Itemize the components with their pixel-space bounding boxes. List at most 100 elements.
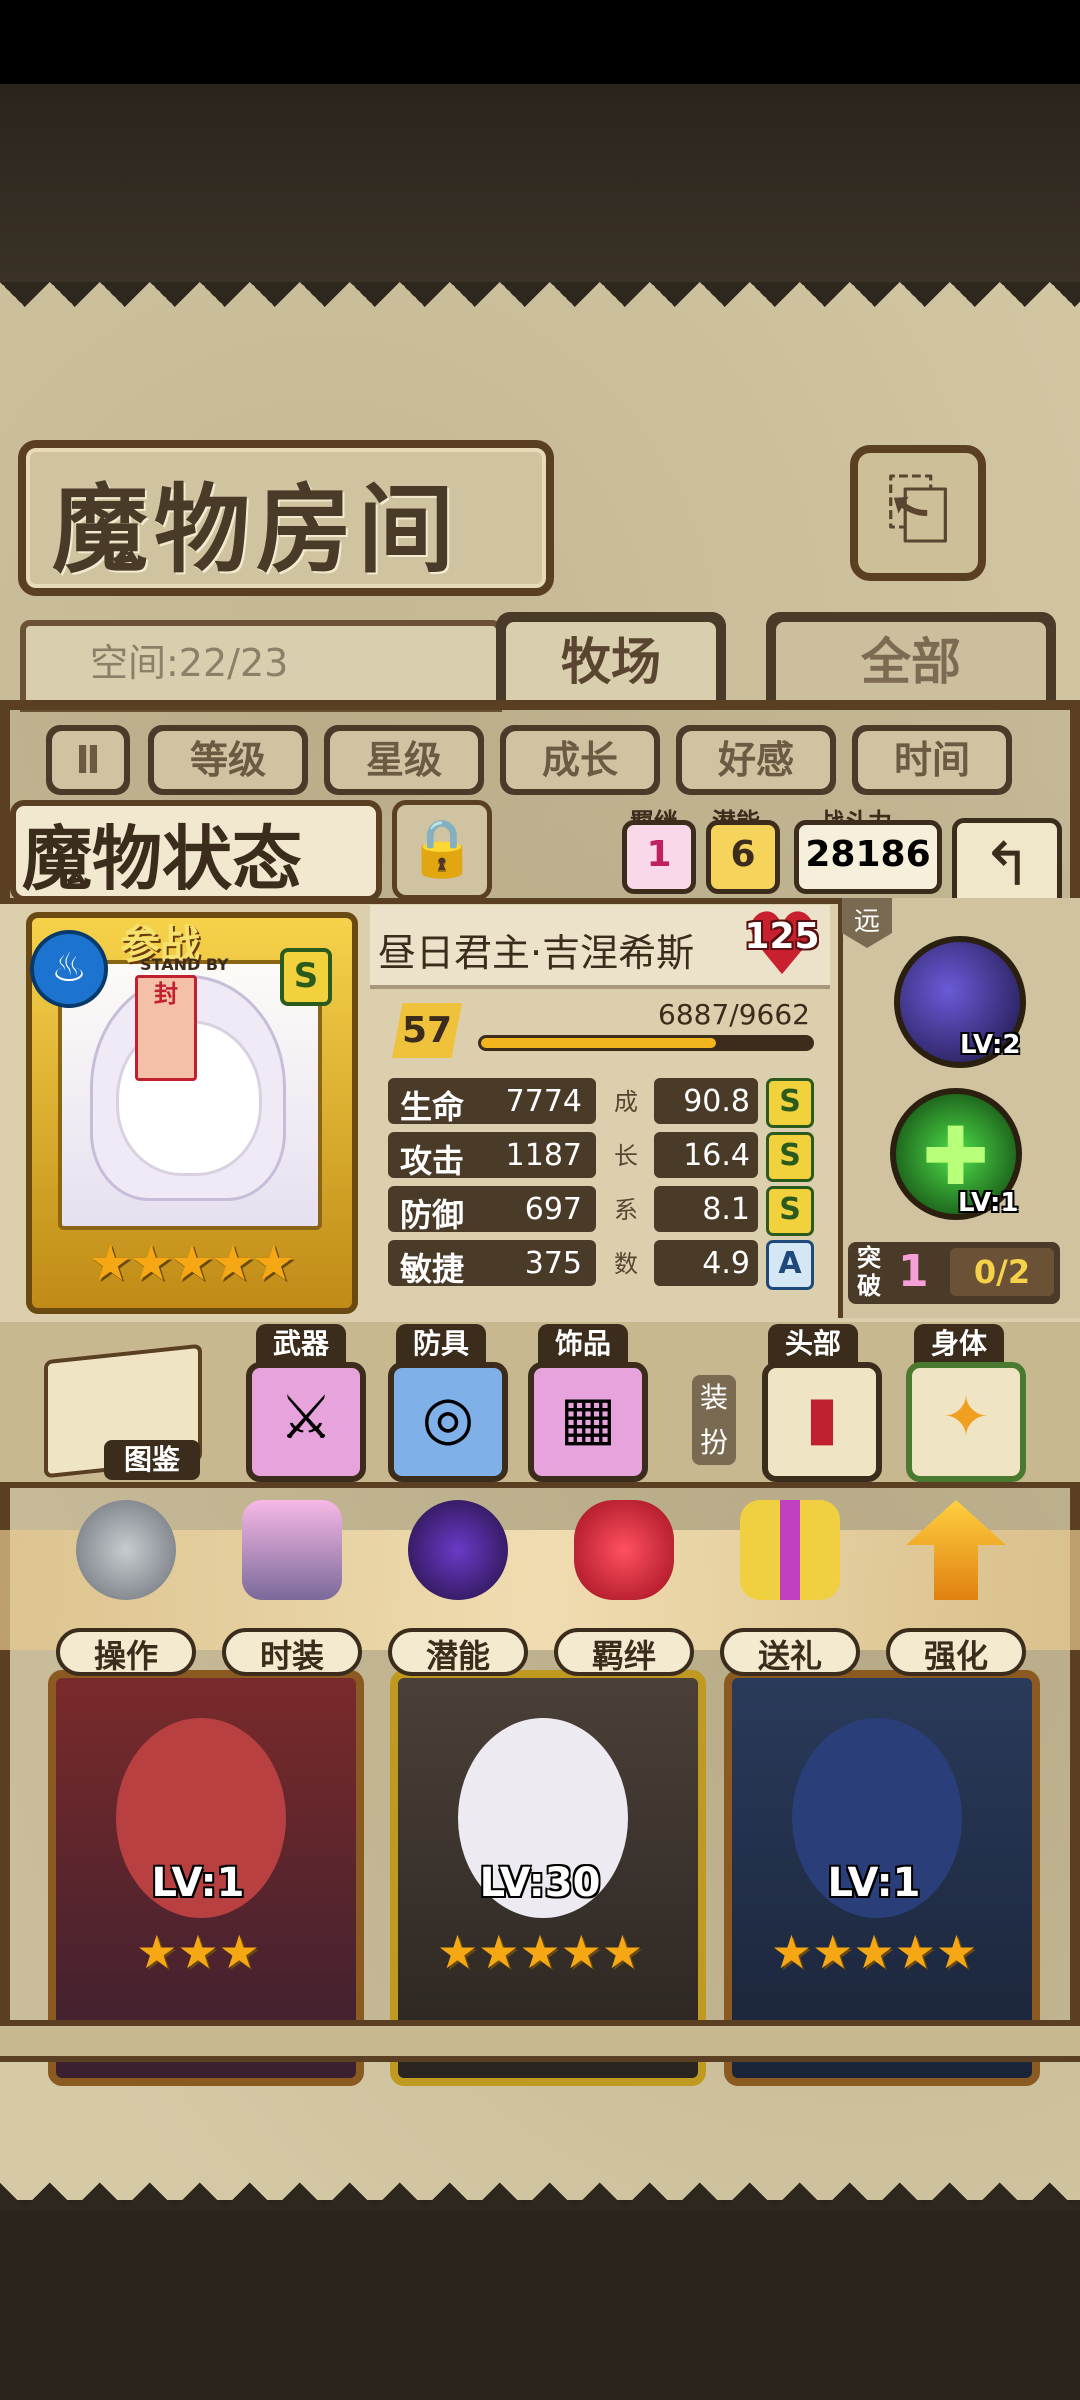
monster-stars: ★★★★★ [436,1925,644,1979]
sort-affection-button[interactable]: 好感 [676,725,836,795]
space-count: 空间:22/23 [90,641,289,685]
skill-level: LV:1 [958,1188,1019,1218]
bond-button[interactable]: 羁绊 [554,1500,694,1680]
sort-level-button[interactable]: 等级 [148,725,308,795]
sort-bar: Ⅱ 等级 星级 成长 好感 时间 [30,725,1050,805]
exp-text: 6887/9662 [658,998,810,1031]
back-button[interactable]: ⎗ [850,445,986,581]
sort-star-button[interactable]: 星级 [324,725,484,795]
list-bottom-frame [0,2020,1080,2062]
stat-value: 697 [524,1192,582,1227]
armor-slot[interactable]: ◎ [388,1362,508,1482]
demon-icon [408,1500,508,1600]
growth-word: 长 [614,1142,638,1170]
tab-label: 全部 [776,622,1046,702]
growth-value: 8.1 [702,1192,750,1227]
accessory-label: 饰品 [538,1324,628,1364]
power-value: 28186 [794,820,942,894]
sort-growth-button[interactable]: 成长 [500,725,660,795]
rank-badge: S [280,948,332,1006]
exp-bar-fill [481,1038,717,1048]
stat-value: 7774 [505,1084,582,1119]
grade-badge: S [766,1132,814,1182]
tab-all[interactable]: 全部 [766,612,1056,702]
gift-icon [740,1500,840,1600]
affection-value: 125 [744,916,820,957]
stat-label: 敏捷 [400,1250,465,1288]
stat-label: 防御 [400,1196,465,1234]
bond-value: 1 [622,820,696,894]
card-stars: ★★★★★ [88,1234,296,1292]
growth-value: 4.9 [702,1246,750,1281]
body-slot[interactable]: ✦ [906,1362,1026,1482]
water-element-icon: ♨ [30,930,108,1008]
skill-level: LV:2 [960,1030,1021,1060]
codex-label: 图鉴 [104,1440,200,1480]
monster-level: LV:1 [827,1860,921,1906]
tab-ranch[interactable]: 牧场 [496,612,726,702]
grade-badge: S [766,1186,814,1236]
growth-word: 数 [614,1250,638,1278]
stat-label: 攻击 [400,1142,465,1180]
page-title: 魔物房间 [52,473,460,586]
exp-bar [478,1035,814,1051]
stat-row-agility: 敏捷 375 数 4.9 A [388,1240,818,1290]
lock-icon[interactable]: 🔒 [392,800,492,900]
status-bar [0,0,1080,84]
breakthrough-progress: 0/2 [950,1248,1054,1296]
monster-stars: ★★★★★ [770,1925,978,1979]
fashion-button[interactable]: 时装 [222,1500,362,1680]
armor-label: 防具 [396,1324,486,1364]
standby-sub-label: STAND BY [140,955,229,974]
outfit-icon [242,1500,342,1600]
enhance-button[interactable]: 强化 [886,1500,1026,1680]
pause-icon: Ⅱ [52,731,124,789]
gear-icon [76,1500,176,1600]
background-top [0,84,1080,284]
level-badge: 57 [392,1003,462,1058]
stat-row-defense: 防御 697 系 8.1 S [388,1186,818,1236]
stat-row-hp: 生命 7774 成 90.8 S [388,1078,818,1128]
potential-value: 6 [706,820,780,894]
status-title: 魔物状态 [22,817,302,900]
growth-value: 16.4 [683,1138,750,1173]
shield-icon: ◎ [421,1383,475,1453]
tablet-icon: ▦ [559,1383,617,1453]
card-tag: 封 [135,975,197,1081]
head-slot[interactable]: ▮ [762,1362,882,1482]
monster-level: LV:30 [479,1860,601,1906]
grade-badge: S [766,1078,814,1128]
background-bottom [0,2200,1080,2400]
hearts-icon [574,1500,674,1600]
monster-name: 昼日君主·吉涅希斯 [378,931,695,975]
zigzag-top [0,282,1080,332]
dress-up-label: 装扮 [692,1375,736,1465]
monster-level: LV:1 [151,1860,245,1906]
operate-button[interactable]: 操作 [56,1500,196,1680]
sort-time-button[interactable]: 时间 [852,725,1012,795]
monster-stars: ★★★ [136,1925,260,1979]
grade-badge: A [766,1240,814,1290]
weapon-slot[interactable]: ⚔ [246,1362,366,1482]
gift-button[interactable]: 送礼 [720,1500,860,1680]
weapon-icon: ⚔ [279,1383,333,1453]
stat-label: 生命 [400,1088,465,1126]
body-label: 身体 [914,1324,1004,1364]
breakthrough-value: 1 [898,1246,929,1297]
growth-word: 成 [614,1088,638,1116]
sort-toggle-button[interactable]: Ⅱ [46,725,130,795]
stars-icon: ✦ [942,1385,990,1450]
stat-value: 375 [524,1246,582,1281]
back-icon: ⎗ [886,461,950,554]
potential-button[interactable]: 潜能 [388,1500,528,1680]
zigzag-bottom [0,2150,1080,2210]
up-arrow-icon [906,1500,1006,1600]
stat-row-attack: 攻击 1187 长 16.4 S [388,1132,818,1182]
growth-value: 90.8 [683,1084,750,1119]
head-label: 头部 [768,1324,858,1364]
weapon-label: 武器 [256,1324,346,1364]
talisman-icon: ▮ [805,1383,839,1453]
tab-label: 牧场 [506,622,716,702]
stat-value: 1187 [505,1138,582,1173]
accessory-slot[interactable]: ▦ [528,1362,648,1482]
